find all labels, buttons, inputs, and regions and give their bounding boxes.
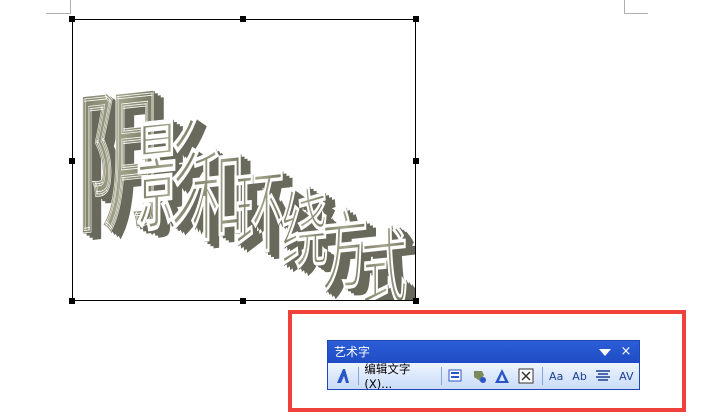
- same-letter-heights-icon[interactable]: Aa: [546, 366, 567, 386]
- wordart-toolbar: 艺术字 × 编辑文字(X)... Aa Ab AV: [327, 340, 640, 391]
- crop-mark-top-right: [624, 13, 648, 14]
- resize-handle-left[interactable]: [69, 158, 75, 164]
- wordart-object[interactable]: 阴阴阴阴影影影影和和和和环环环环绕绕绕绕方方方方式式式式 阴影和环绕方式: [72, 19, 416, 301]
- close-icon[interactable]: ×: [619, 341, 633, 363]
- toolbar-separator: [541, 367, 543, 385]
- resize-handle-right[interactable]: [413, 158, 419, 164]
- text-wrapping-icon[interactable]: [515, 366, 536, 386]
- resize-handle-bottom-right[interactable]: [413, 298, 419, 304]
- resize-handle-bottom-left[interactable]: [69, 298, 75, 304]
- toolbar-separator: [358, 367, 360, 385]
- edit-text-button[interactable]: 编辑文字(X)...: [362, 362, 438, 391]
- toolbar-titlebar[interactable]: 艺术字 ×: [328, 341, 639, 363]
- crop-mark-top-left: [70, 0, 71, 14]
- wordart-graphic[interactable]: 阴阴阴阴影影影影和和和和环环环环绕绕绕绕方方方方式式式式 阴影和环绕方式: [73, 20, 416, 301]
- wordart-character: 环: [235, 159, 285, 269]
- toolbar-title: 艺术字: [334, 345, 371, 359]
- resize-handle-bottom[interactable]: [240, 298, 246, 304]
- resize-handle-top-left[interactable]: [69, 16, 75, 22]
- crop-mark-top-left: [46, 13, 70, 14]
- wordart-character: 式: [361, 217, 407, 301]
- toolbar-options-icon[interactable]: [597, 341, 613, 363]
- resize-handle-top-right[interactable]: [413, 16, 419, 22]
- character-spacing-icon[interactable]: AV: [616, 366, 637, 386]
- format-wordart-icon[interactable]: [468, 366, 489, 386]
- vertical-text-icon[interactable]: Ab: [569, 366, 590, 386]
- alignment-icon[interactable]: [592, 366, 613, 386]
- wordart-gallery-icon[interactable]: [445, 366, 466, 386]
- crop-mark-top-right: [624, 0, 625, 14]
- toolbar-separator: [441, 367, 443, 385]
- wordart-shape-icon[interactable]: [492, 366, 513, 386]
- resize-handle-top[interactable]: [240, 16, 246, 22]
- insert-wordart-icon[interactable]: [332, 366, 353, 386]
- toolbar-buttons: 编辑文字(X)... Aa Ab AV: [328, 362, 639, 391]
